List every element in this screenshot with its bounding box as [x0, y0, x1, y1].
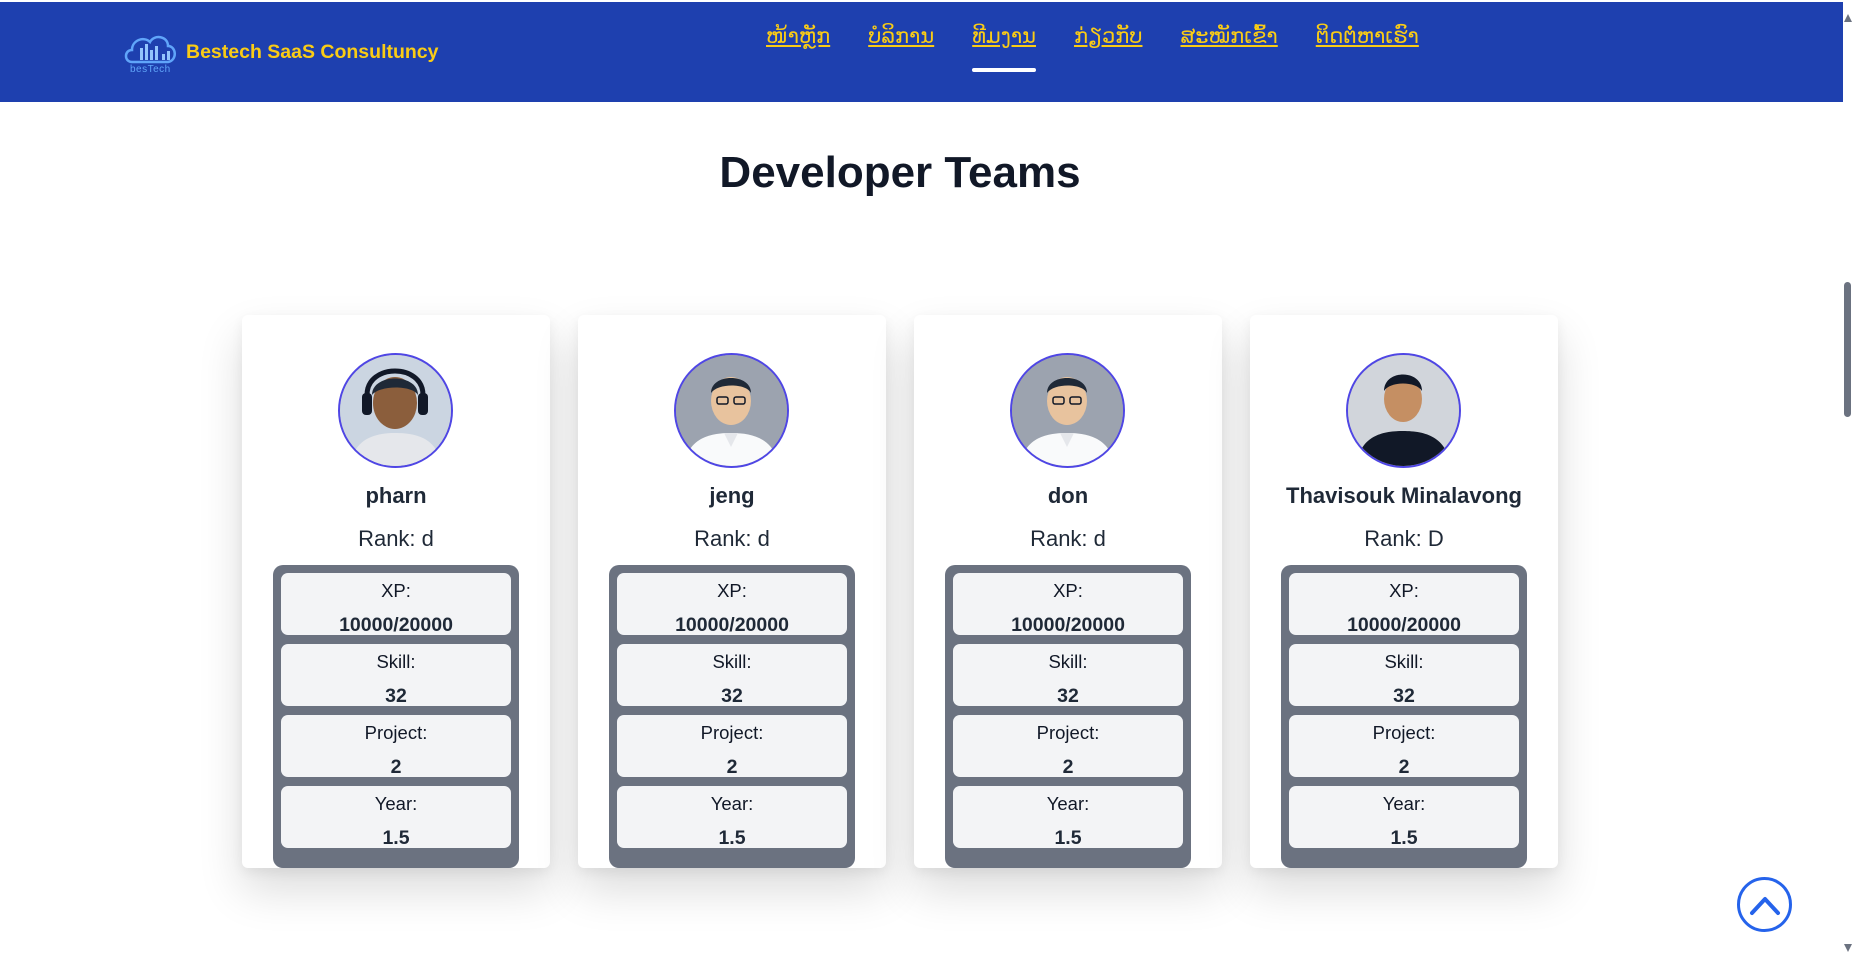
stat-project: Project: 2 — [617, 715, 847, 777]
stat-year: Year: 1.5 — [1289, 786, 1519, 848]
stat-value: 32 — [1393, 685, 1415, 707]
stat-value: 2 — [1398, 756, 1410, 778]
stat-value: 10000/20000 — [1011, 614, 1125, 636]
stat-label: Skill: — [712, 651, 752, 672]
member-card: pharn Rank: d XP: 10000/20000 Skill: 32 … — [242, 315, 550, 868]
member-rank: Rank: d — [1030, 526, 1106, 551]
stat-skill: Skill: 32 — [1289, 644, 1519, 706]
nav-link-register[interactable]: ສະໝັກເຂົ້າ — [1180, 24, 1277, 56]
nav-link-contact[interactable]: ຕິດຕໍ່ຫາເຮົາ — [1316, 24, 1419, 56]
member-name: pharn — [365, 483, 427, 508]
stat-label: Skill: — [1048, 651, 1088, 672]
stat-value: 32 — [385, 685, 407, 707]
stat-value: 1.5 — [1054, 827, 1082, 849]
stat-xp: XP: 10000/20000 — [281, 573, 511, 635]
scroll-to-top-button[interactable] — [1737, 877, 1792, 932]
page-title: Developer Teams — [719, 148, 1081, 197]
stats-panel: XP: 10000/20000 Skill: 32 Project: 2 Yea… — [945, 565, 1191, 868]
stat-year: Year: 1.5 — [953, 786, 1183, 848]
stat-label: XP: — [717, 580, 747, 601]
nav-link-services[interactable]: ບໍລິການ — [868, 24, 934, 56]
stat-label: Year: — [374, 793, 418, 814]
stat-value: 1.5 — [1390, 827, 1418, 849]
stat-value: 2 — [1062, 756, 1074, 778]
nav-link-team[interactable]: ທີມງານ — [972, 24, 1036, 72]
stat-xp: XP: 10000/20000 — [953, 573, 1183, 635]
member-card: don Rank: d XP: 10000/20000 Skill: 32 Pr… — [914, 315, 1222, 868]
avatar — [1346, 353, 1461, 468]
stat-label: XP: — [1389, 580, 1419, 601]
stat-xp: XP: 10000/20000 — [617, 573, 847, 635]
stat-project: Project: 2 — [281, 715, 511, 777]
stat-label: XP: — [1053, 580, 1083, 601]
stat-label: Project: — [1036, 722, 1100, 743]
nav-link-about[interactable]: ກ່ຽວກັບ — [1074, 24, 1143, 56]
avatar — [338, 353, 453, 468]
stat-label: Year: — [1046, 793, 1090, 814]
nav-link-home[interactable]: ໜ້າຫຼັກ — [766, 24, 830, 56]
member-name: jeng — [709, 483, 755, 508]
logo-text: besTech — [130, 64, 171, 75]
stat-label: Skill: — [1384, 651, 1424, 672]
stat-project: Project: 2 — [953, 715, 1183, 777]
member-card: Thavisouk Minalavong Rank: D XP: 10000/2… — [1250, 315, 1558, 868]
stat-label: Project: — [700, 722, 764, 743]
stat-label: Year: — [1382, 793, 1426, 814]
brand[interactable]: besTech Bestech SaaS Consultuncy — [122, 26, 439, 76]
member-rank: Rank: d — [358, 526, 434, 551]
member-name: Thavisouk Minalavong — [1286, 483, 1522, 508]
stat-xp: XP: 10000/20000 — [1289, 573, 1519, 635]
stat-label: XP: — [381, 580, 411, 601]
stat-year: Year: 1.5 — [617, 786, 847, 848]
stat-label: Project: — [1372, 722, 1436, 743]
stat-project: Project: 2 — [1289, 715, 1519, 777]
cloud-chart-logo-icon: besTech — [122, 26, 180, 76]
stat-skill: Skill: 32 — [617, 644, 847, 706]
stats-panel: XP: 10000/20000 Skill: 32 Project: 2 Yea… — [1281, 565, 1527, 868]
stat-year: Year: 1.5 — [281, 786, 511, 848]
page: besTech Bestech SaaS Consultuncy ໜ້າຫຼັກ… — [0, 0, 1852, 960]
stat-value: 1.5 — [382, 827, 410, 849]
member-card: jeng Rank: d XP: 10000/20000 Skill: 32 P… — [578, 315, 886, 868]
stat-label: Year: — [710, 793, 754, 814]
member-rank: Rank: D — [1364, 526, 1444, 551]
stat-skill: Skill: 32 — [953, 644, 1183, 706]
stat-value: 10000/20000 — [675, 614, 789, 636]
scrollbar[interactable] — [1843, 0, 1852, 960]
avatar — [674, 353, 789, 468]
member-name: don — [1047, 483, 1089, 508]
stat-value: 10000/20000 — [1347, 614, 1461, 636]
navbar: besTech Bestech SaaS Consultuncy ໜ້າຫຼັກ… — [0, 2, 1843, 102]
stat-skill: Skill: 32 — [281, 644, 511, 706]
stat-label: Project: — [364, 722, 428, 743]
scrollbar-thumb[interactable] — [1844, 282, 1851, 417]
stat-value: 1.5 — [718, 827, 746, 849]
stat-label: Skill: — [376, 651, 416, 672]
chevron-up-circle-icon — [1749, 896, 1780, 915]
nav-links: ໜ້າຫຼັກ ບໍລິການ ທີມງານ ກ່ຽວກັບ ສະໝັກເຂົ້… — [766, 24, 1419, 72]
scroll-down-arrow-icon[interactable] — [1844, 944, 1852, 952]
member-rank: Rank: d — [694, 526, 770, 551]
stat-value: 2 — [390, 756, 402, 778]
avatar — [1010, 353, 1125, 468]
stat-value: 2 — [726, 756, 738, 778]
stats-panel: XP: 10000/20000 Skill: 32 Project: 2 Yea… — [609, 565, 855, 868]
stat-value: 32 — [721, 685, 743, 707]
stat-value: 10000/20000 — [339, 614, 453, 636]
brand-name: Bestech SaaS Consultuncy — [186, 40, 439, 63]
scroll-up-arrow-icon[interactable] — [1844, 14, 1852, 22]
stats-panel: XP: 10000/20000 Skill: 32 Project: 2 Yea… — [273, 565, 519, 868]
stat-value: 32 — [1057, 685, 1079, 707]
